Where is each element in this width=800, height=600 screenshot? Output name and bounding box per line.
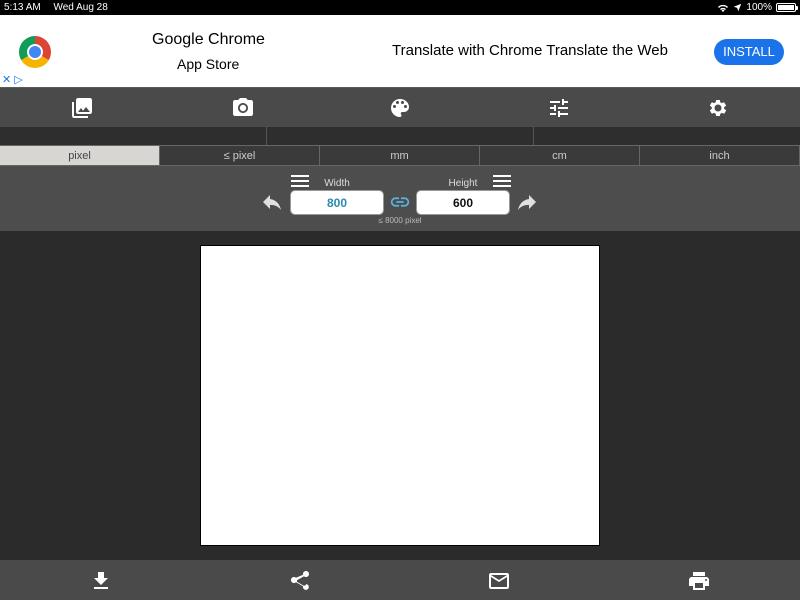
height-input[interactable]: 600 bbox=[416, 190, 510, 215]
top-toolbar bbox=[0, 87, 800, 127]
height-menu-icon[interactable] bbox=[493, 175, 511, 189]
status-bar: 5:13 AM Wed Aug 28 100% bbox=[0, 0, 800, 15]
status-time: 5:13 AM bbox=[4, 2, 41, 13]
height-label: Height bbox=[448, 178, 478, 189]
redo-icon[interactable] bbox=[515, 190, 541, 216]
tab-max-pixel[interactable]: ≤ pixel bbox=[160, 145, 320, 166]
divider bbox=[266, 127, 267, 145]
undo-icon[interactable] bbox=[260, 190, 286, 216]
ad-title: Google Chrome bbox=[152, 31, 265, 48]
bottom-toolbar bbox=[0, 560, 800, 600]
canvas-area bbox=[0, 231, 800, 560]
battery-icon bbox=[776, 3, 798, 12]
link-icon[interactable] bbox=[389, 194, 411, 210]
gallery-icon[interactable] bbox=[69, 95, 95, 121]
print-icon[interactable] bbox=[686, 568, 712, 594]
adchoices-icon[interactable]: ✕ ▷ bbox=[2, 73, 23, 86]
install-button[interactable]: INSTALL bbox=[714, 39, 784, 65]
chrome-logo-icon bbox=[19, 36, 51, 68]
location-icon bbox=[734, 3, 742, 12]
wifi-icon bbox=[718, 4, 729, 12]
mail-icon[interactable] bbox=[486, 568, 512, 594]
download-icon[interactable] bbox=[88, 568, 114, 594]
camera-icon[interactable] bbox=[230, 95, 256, 121]
battery-percent: 100% bbox=[746, 2, 772, 13]
tab-inch[interactable]: inch bbox=[640, 145, 800, 166]
tab-pixel[interactable]: pixel bbox=[0, 145, 160, 166]
width-input[interactable]: 800 bbox=[290, 190, 384, 215]
unit-tabs: pixel ≤ pixel mm cm inch bbox=[0, 145, 800, 166]
share-icon[interactable] bbox=[287, 568, 313, 594]
ad-subtitle: App Store bbox=[177, 56, 240, 72]
sliders-icon[interactable] bbox=[546, 95, 572, 121]
size-limit-note: ≤ 8000 pixel bbox=[378, 216, 422, 225]
tab-mm[interactable]: mm bbox=[320, 145, 480, 166]
width-label: Width bbox=[324, 178, 350, 189]
ad-banner[interactable]: Google Chrome App Store Translate with C… bbox=[0, 15, 800, 87]
status-date: Wed Aug 28 bbox=[53, 2, 108, 13]
palette-icon[interactable] bbox=[387, 95, 413, 121]
size-controls: Width 800 Height 600 ≤ 8000 pixel bbox=[0, 166, 800, 231]
divider bbox=[533, 127, 534, 145]
gear-icon[interactable] bbox=[705, 95, 731, 121]
tab-cm[interactable]: cm bbox=[480, 145, 640, 166]
blank-canvas[interactable] bbox=[200, 245, 600, 546]
sub-toolbar-row bbox=[0, 127, 800, 145]
ad-text: Translate with Chrome Translate the Web bbox=[392, 42, 668, 59]
